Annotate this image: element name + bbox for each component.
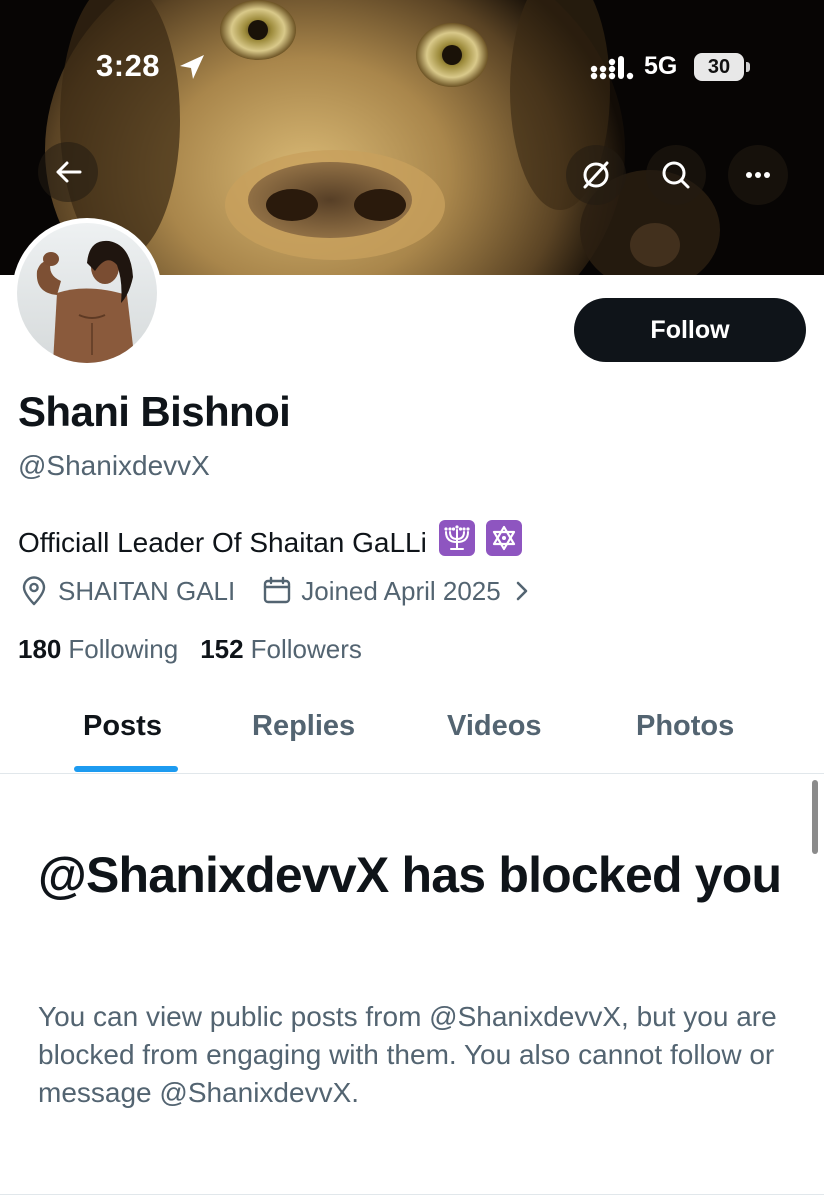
tab-videos[interactable]: Videos: [447, 710, 542, 743]
profile-tabs: Posts Replies Videos Photos: [0, 690, 824, 774]
chevron-right-icon: [516, 581, 528, 601]
followers-label: Followers: [250, 634, 362, 664]
battery-cap: [746, 62, 750, 72]
tab-photos[interactable]: Photos: [636, 710, 734, 743]
more-button[interactable]: [728, 145, 788, 205]
joined-text: Joined April 2025: [301, 575, 501, 606]
followers-stat[interactable]: 152 Followers: [200, 634, 362, 665]
profile-location: SHAITAN GALI: [18, 575, 235, 607]
star-of-david-emoji: [486, 520, 523, 556]
following-stat[interactable]: 180 Following: [18, 634, 178, 665]
back-arrow-icon: [56, 161, 82, 183]
profile-meta: SHAITAN GALI Joined April 2025: [18, 573, 533, 609]
calendar-icon: [264, 576, 291, 604]
profile-bio: Officiall Leader Of Shaitan GaLLi: [18, 520, 523, 559]
search-icon: [662, 161, 690, 189]
blocked-description: You can view public posts from @Shanixde…: [38, 1001, 777, 1108]
followers-count: 152: [200, 634, 244, 664]
location-arrow-icon: [180, 55, 204, 79]
profile-handle: @ShanixdevvX: [18, 450, 210, 481]
following-count: 180: [18, 634, 62, 664]
avatar[interactable]: [12, 218, 162, 368]
location-pin-icon: [22, 576, 46, 606]
display-name: Shani Bishnoi: [18, 388, 291, 435]
network-label: 5G: [644, 52, 678, 80]
more-icon: [746, 172, 770, 178]
status-time: 3:28: [96, 48, 161, 83]
menorah-emoji: [438, 520, 475, 556]
avatar-image: [17, 223, 157, 363]
follow-button[interactable]: Follow: [574, 298, 806, 362]
blocked-title: @ShanixdevvX has blocked you: [38, 847, 782, 903]
battery-icon: 30: [694, 53, 744, 81]
tab-replies[interactable]: Replies: [252, 710, 355, 743]
signal-icon: [590, 56, 634, 80]
back-button[interactable]: [38, 142, 98, 202]
grok-icon: [583, 161, 609, 189]
location-text: SHAITAN GALI: [58, 575, 236, 606]
scrollbar[interactable]: [812, 780, 818, 854]
following-label: Following: [68, 634, 179, 664]
grok-button[interactable]: [566, 145, 626, 205]
search-button[interactable]: [646, 145, 706, 205]
tab-posts[interactable]: Posts: [83, 710, 162, 743]
divider: [0, 1194, 824, 1195]
active-tab-indicator: [74, 766, 178, 772]
bio-text: Officiall Leader Of Shaitan GaLLi: [18, 527, 427, 558]
profile-stats: 180 Following 152 Followers: [18, 634, 384, 665]
profile-joined[interactable]: Joined April 2025: [261, 575, 532, 607]
status-bar: 3:28 5G 30: [0, 0, 824, 130]
